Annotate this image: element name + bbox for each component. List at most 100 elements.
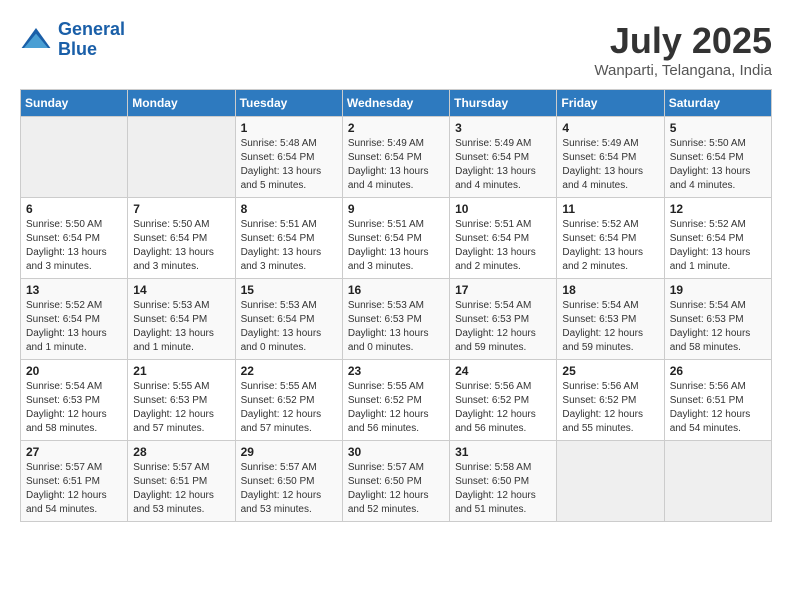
logo-icon [20,24,52,56]
day-info: Sunrise: 5:49 AM Sunset: 6:54 PM Dayligh… [455,137,551,193]
logo: General Blue [20,20,125,60]
header-cell-friday: Friday [557,90,664,117]
day-number: 6 [26,202,122,216]
day-info: Sunrise: 5:51 AM Sunset: 6:54 PM Dayligh… [241,218,337,274]
day-info: Sunrise: 5:54 AM Sunset: 6:53 PM Dayligh… [26,380,122,436]
day-number: 4 [562,121,658,135]
calendar-cell: 29 Sunrise: 5:57 AM Sunset: 6:50 PM Dayli… [235,441,342,522]
calendar-table: SundayMondayTuesdayWednesdayThursdayFrid… [20,89,772,522]
calendar-cell: 27 Sunrise: 5:57 AM Sunset: 6:51 PM Dayli… [21,441,128,522]
day-info: Sunrise: 5:48 AM Sunset: 6:54 PM Dayligh… [241,137,337,193]
day-info: Sunrise: 5:51 AM Sunset: 6:54 PM Dayligh… [455,218,551,274]
calendar-cell: 9 Sunrise: 5:51 AM Sunset: 6:54 PM Daylig… [342,198,449,279]
day-info: Sunrise: 5:49 AM Sunset: 6:54 PM Dayligh… [348,137,444,193]
calendar-cell: 13 Sunrise: 5:52 AM Sunset: 6:54 PM Dayli… [21,279,128,360]
day-info: Sunrise: 5:50 AM Sunset: 6:54 PM Dayligh… [26,218,122,274]
calendar-cell: 15Sunrise: 5:53 AM Sunset: 6:54 PM Dayli… [235,279,342,360]
day-number: 16 [348,283,444,297]
day-number: 26 [670,364,766,378]
calendar-cell: 6 Sunrise: 5:50 AM Sunset: 6:54 PM Daylig… [21,198,128,279]
day-number: 24 [455,364,551,378]
day-number: 10 [455,202,551,216]
day-info: Sunrise: 5:56 AM Sunset: 6:51 PM Dayligh… [670,380,766,436]
calendar-cell [21,117,128,198]
day-number: 20 [26,364,122,378]
day-info: Sunrise: 5:51 AM Sunset: 6:54 PM Dayligh… [348,218,444,274]
calendar-week-3: 13 Sunrise: 5:52 AM Sunset: 6:54 PM Dayli… [21,279,772,360]
calendar-cell: 30Sunrise: 5:57 AM Sunset: 6:50 PM Dayli… [342,441,449,522]
day-number: 25 [562,364,658,378]
header-cell-wednesday: Wednesday [342,90,449,117]
header-cell-thursday: Thursday [450,90,557,117]
day-number: 2 [348,121,444,135]
day-info: Sunrise: 5:50 AM Sunset: 6:54 PM Dayligh… [670,137,766,193]
calendar-subtitle: Wanparti, Telangana, India [594,62,772,79]
day-number: 5 [670,121,766,135]
calendar-week-1: 1 Sunrise: 5:48 AM Sunset: 6:54 PM Daylig… [21,117,772,198]
calendar-cell: 20 Sunrise: 5:54 AM Sunset: 6:53 PM Dayli… [21,360,128,441]
day-number: 13 [26,283,122,297]
calendar-cell: 14 Sunrise: 5:53 AM Sunset: 6:54 PM Dayli… [128,279,235,360]
calendar-cell: 24Sunrise: 5:56 AM Sunset: 6:52 PM Dayli… [450,360,557,441]
title-block: July 2025 Wanparti, Telangana, India [594,20,772,79]
day-number: 18 [562,283,658,297]
calendar-cell: 23Sunrise: 5:55 AM Sunset: 6:52 PM Dayli… [342,360,449,441]
logo-text: General Blue [58,20,125,60]
calendar-cell: 5 Sunrise: 5:50 AM Sunset: 6:54 PM Daylig… [664,117,771,198]
calendar-cell: 12 Sunrise: 5:52 AM Sunset: 6:54 PM Dayli… [664,198,771,279]
calendar-cell: 8 Sunrise: 5:51 AM Sunset: 6:54 PM Daylig… [235,198,342,279]
day-number: 28 [133,445,229,459]
header-cell-monday: Monday [128,90,235,117]
day-info: Sunrise: 5:53 AM Sunset: 6:54 PM Dayligh… [133,299,229,355]
calendar-cell: 4 Sunrise: 5:49 AM Sunset: 6:54 PM Daylig… [557,117,664,198]
calendar-cell: 1 Sunrise: 5:48 AM Sunset: 6:54 PM Daylig… [235,117,342,198]
day-number: 1 [241,121,337,135]
calendar-cell: 26 Sunrise: 5:56 AM Sunset: 6:51 PM Dayli… [664,360,771,441]
day-number: 21 [133,364,229,378]
day-info: Sunrise: 5:55 AM Sunset: 6:52 PM Dayligh… [241,380,337,436]
calendar-cell: 25 Sunrise: 5:56 AM Sunset: 6:52 PM Dayli… [557,360,664,441]
day-info: Sunrise: 5:49 AM Sunset: 6:54 PM Dayligh… [562,137,658,193]
calendar-cell: 19 Sunrise: 5:54 AM Sunset: 6:53 PM Dayli… [664,279,771,360]
day-info: Sunrise: 5:57 AM Sunset: 6:50 PM Dayligh… [241,461,337,517]
calendar-cell: 31 Sunrise: 5:58 AM Sunset: 6:50 PM Dayli… [450,441,557,522]
calendar-cell [664,441,771,522]
day-info: Sunrise: 5:58 AM Sunset: 6:50 PM Dayligh… [455,461,551,517]
day-number: 12 [670,202,766,216]
day-number: 29 [241,445,337,459]
day-info: Sunrise: 5:57 AM Sunset: 6:51 PM Dayligh… [26,461,122,517]
calendar-cell: 11Sunrise: 5:52 AM Sunset: 6:54 PM Dayli… [557,198,664,279]
day-number: 19 [670,283,766,297]
day-info: Sunrise: 5:56 AM Sunset: 6:52 PM Dayligh… [562,380,658,436]
day-number: 22 [241,364,337,378]
calendar-cell: 22 Sunrise: 5:55 AM Sunset: 6:52 PM Dayli… [235,360,342,441]
day-number: 30 [348,445,444,459]
day-number: 17 [455,283,551,297]
calendar-cell: 21Sunrise: 5:55 AM Sunset: 6:53 PM Dayli… [128,360,235,441]
day-number: 31 [455,445,551,459]
page-header: General Blue July 2025 Wanparti, Telanga… [20,20,772,79]
header-cell-tuesday: Tuesday [235,90,342,117]
calendar-cell: 28Sunrise: 5:57 AM Sunset: 6:51 PM Dayli… [128,441,235,522]
day-number: 23 [348,364,444,378]
calendar-cell: 16Sunrise: 5:53 AM Sunset: 6:53 PM Dayli… [342,279,449,360]
day-info: Sunrise: 5:52 AM Sunset: 6:54 PM Dayligh… [670,218,766,274]
calendar-cell: 10 Sunrise: 5:51 AM Sunset: 6:54 PM Dayli… [450,198,557,279]
day-info: Sunrise: 5:50 AM Sunset: 6:54 PM Dayligh… [133,218,229,274]
calendar-cell: 18Sunrise: 5:54 AM Sunset: 6:53 PM Dayli… [557,279,664,360]
day-number: 9 [348,202,444,216]
calendar-cell [557,441,664,522]
calendar-title: July 2025 [594,20,772,62]
day-info: Sunrise: 5:54 AM Sunset: 6:53 PM Dayligh… [455,299,551,355]
day-number: 27 [26,445,122,459]
day-info: Sunrise: 5:54 AM Sunset: 6:53 PM Dayligh… [670,299,766,355]
day-info: Sunrise: 5:52 AM Sunset: 6:54 PM Dayligh… [26,299,122,355]
calendar-week-5: 27 Sunrise: 5:57 AM Sunset: 6:51 PM Dayli… [21,441,772,522]
header-cell-sunday: Sunday [21,90,128,117]
calendar-cell: 2 Sunrise: 5:49 AM Sunset: 6:54 PM Daylig… [342,117,449,198]
day-number: 8 [241,202,337,216]
header-cell-saturday: Saturday [664,90,771,117]
day-number: 14 [133,283,229,297]
calendar-week-2: 6 Sunrise: 5:50 AM Sunset: 6:54 PM Daylig… [21,198,772,279]
day-number: 7 [133,202,229,216]
